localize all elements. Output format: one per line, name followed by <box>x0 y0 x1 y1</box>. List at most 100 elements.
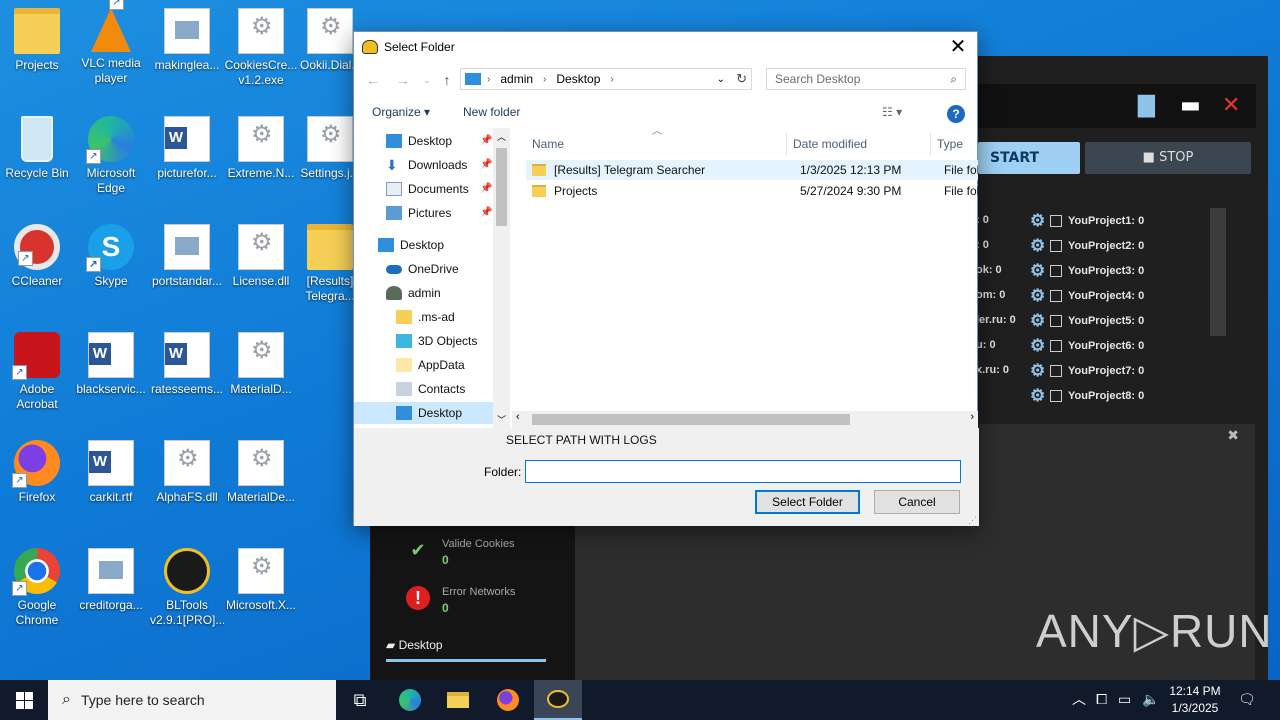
notification-icon[interactable]: 🗨 <box>1238 680 1256 720</box>
desktop-icon-creditorga[interactable]: creditorga... <box>74 548 148 613</box>
breadcrumb-admin[interactable]: admin <box>500 72 533 86</box>
project-checkbox[interactable] <box>1050 289 1062 302</box>
scroll-down-icon[interactable]: ﹀ <box>497 413 506 426</box>
desktop-icon-ratesseems[interactable]: ratesseems... <box>150 332 224 397</box>
nav-quick-documents[interactable]: Documents 📌 <box>386 178 492 200</box>
project-checkbox[interactable] <box>1050 364 1062 377</box>
edge-taskbar-icon[interactable] <box>386 680 434 720</box>
desktop-icon-vlc[interactable]: VLC media player <box>74 0 148 86</box>
nav-tree-ms-ad[interactable]: .ms-ad <box>396 306 455 328</box>
desktop-icon-skype[interactable]: S Skype <box>74 224 148 289</box>
column-date[interactable]: Date modified <box>793 132 867 156</box>
gear-icon[interactable]: ⚙ <box>1030 361 1050 381</box>
desktop-icon-recycle-bin[interactable]: Recycle Bin <box>0 116 74 181</box>
cancel-button[interactable]: Cancel <box>874 490 960 514</box>
nav-quick-pictures[interactable]: Pictures 📌 <box>386 202 492 224</box>
close-icon[interactable]: ✕ <box>1222 94 1240 118</box>
search-box[interactable]: Search Desktop ⌕ <box>766 68 966 90</box>
task-view-icon[interactable]: ⧉ <box>336 680 384 720</box>
nav-tree-3d-objects[interactable]: 3D Objects <box>396 330 477 352</box>
nav-tree-contacts[interactable]: Contacts <box>396 378 465 400</box>
desktop-tab[interactable]: ▰ Desktop <box>386 638 546 662</box>
project-checkbox[interactable] <box>1050 239 1062 252</box>
recent-chevron-icon[interactable]: ⌄ <box>418 70 436 90</box>
nav-scrollbar[interactable]: ︿ ﹀ <box>493 128 510 428</box>
start-button[interactable]: START <box>978 142 1080 174</box>
project-scrollbar[interactable] <box>1210 208 1226 336</box>
desktop-icon-extreme[interactable]: Extreme.N... <box>224 116 298 181</box>
scroll-thumb[interactable] <box>532 414 850 425</box>
desktop-icon-ookii[interactable]: Ookii.Dial... <box>300 8 360 73</box>
scroll-right-icon[interactable]: › <box>970 411 974 423</box>
help-icon[interactable]: ? <box>947 105 965 123</box>
desktop-icon-projects[interactable]: Projects <box>0 8 74 73</box>
project-checkbox[interactable] <box>1050 389 1062 402</box>
firefox-taskbar-icon[interactable] <box>484 680 532 720</box>
project-checkbox[interactable] <box>1050 314 1062 327</box>
gear-icon[interactable]: ⚙ <box>1030 336 1050 356</box>
gear-icon[interactable]: ⚙ <box>1030 261 1050 281</box>
minimize-icon[interactable]: ▬ <box>1180 94 1201 118</box>
desktop-icon-portstandar[interactable]: portstandar... <box>150 224 224 289</box>
desktop-icon-microsoft-x[interactable]: Microsoft.X... <box>224 548 298 613</box>
nav-tree-desktop-selected[interactable]: Desktop <box>354 402 493 424</box>
desktop-icon-results-folder[interactable]: [Results] Telegra... <box>300 224 360 304</box>
gear-icon[interactable]: ⚙ <box>1030 286 1050 306</box>
desktop-icon-firefox[interactable]: Firefox <box>0 440 74 505</box>
back-arrow-icon[interactable]: ← <box>364 70 382 90</box>
tray-chevron-icon[interactable]: ︿ <box>1072 680 1086 720</box>
breadcrumb-desktop[interactable]: Desktop <box>556 72 600 86</box>
desktop-icon-picturefor[interactable]: picturefor... <box>150 116 224 181</box>
desktop-icon-materiald[interactable]: MaterialD... <box>224 332 298 397</box>
gear-icon[interactable]: ⚙ <box>1030 211 1050 231</box>
ethernet-icon[interactable]: ▭ <box>1118 680 1131 720</box>
desktop-icon-acrobat[interactable]: Adobe Acrobat <box>0 332 74 412</box>
gear-icon[interactable]: ⚙ <box>1030 236 1050 256</box>
desktop-icon-makinglea[interactable]: makinglea... <box>150 8 224 73</box>
file-explorer-taskbar-icon[interactable] <box>434 680 482 720</box>
address-dropdown-icon[interactable]: ⌄ <box>717 74 725 85</box>
nav-tree-onedrive[interactable]: OneDrive <box>386 258 459 280</box>
file-row[interactable]: [Results] Telegram Searcher 1/3/2025 12:… <box>526 160 978 180</box>
close-button[interactable]: ✕ <box>945 34 971 60</box>
project-checkbox[interactable] <box>1050 264 1062 277</box>
nav-quick-desktop[interactable]: Desktop 📌 <box>386 130 492 152</box>
nav-quick-downloads[interactable]: ⬇ Downloads 📌 <box>386 154 492 176</box>
column-name[interactable]: Name <box>532 132 564 156</box>
nav-tree-appdata[interactable]: AppData <box>396 354 465 376</box>
organize-button[interactable]: Organize ▾ <box>372 105 430 119</box>
project-checkbox[interactable] <box>1050 214 1062 227</box>
scroll-left-icon[interactable]: ‹ <box>516 411 520 423</box>
file-row[interactable]: Projects 5/27/2024 9:30 PM File fold <box>526 181 978 201</box>
taskbar-search-box[interactable]: ⌕ Type here to search <box>48 680 336 720</box>
desktop-icon-cookiescre[interactable]: CookiesCre... v1.2.exe <box>224 8 298 88</box>
close-icon[interactable]: ✖ <box>1227 428 1239 444</box>
nav-tree-admin[interactable]: admin <box>386 282 441 304</box>
desktop-icon-alphafs[interactable]: AlphaFS.dll <box>150 440 224 505</box>
desktop-icon-blackservic[interactable]: blackservic... <box>74 332 148 397</box>
volume-icon[interactable]: 🔈 <box>1142 680 1159 720</box>
desktop-icon-edge[interactable]: Microsoft Edge <box>74 116 148 196</box>
file-horizontal-scrollbar[interactable]: ‹ › <box>512 411 978 428</box>
desktop-icon-license[interactable]: License.dll <box>224 224 298 289</box>
bltools-taskbar-icon[interactable] <box>534 680 582 720</box>
desktop-icon-ccleaner[interactable]: CCleaner <box>0 224 74 289</box>
gear-icon[interactable]: ⚙ <box>1030 386 1050 406</box>
folder-open-icon[interactable]: ▇ <box>1138 94 1155 118</box>
windows-start-icon[interactable] <box>0 680 48 720</box>
project-checkbox[interactable] <box>1050 339 1062 352</box>
view-options-icon[interactable]: ☷ ▾ <box>882 105 902 119</box>
folder-input[interactable] <box>525 460 961 483</box>
scroll-up-icon[interactable]: ︿ <box>497 130 506 143</box>
forward-arrow-icon[interactable]: → <box>394 70 412 90</box>
network-icon[interactable]: ⧠ <box>1096 680 1107 720</box>
gear-icon[interactable]: ⚙ <box>1030 311 1050 331</box>
stop-button[interactable]: ■ STOP <box>1085 142 1251 174</box>
new-folder-button[interactable]: New folder <box>463 105 520 119</box>
desktop-icon-settings[interactable]: Settings.j... <box>300 116 360 181</box>
address-bar[interactable]: › admin › Desktop › ⌄ ↻ <box>460 68 752 90</box>
clock[interactable]: 12:14 PM 1/3/2025 <box>1162 683 1228 717</box>
desktop-icon-carkit[interactable]: carkit.rtf <box>74 440 148 505</box>
scroll-thumb[interactable] <box>496 148 507 226</box>
column-type[interactable]: Type <box>937 132 963 156</box>
